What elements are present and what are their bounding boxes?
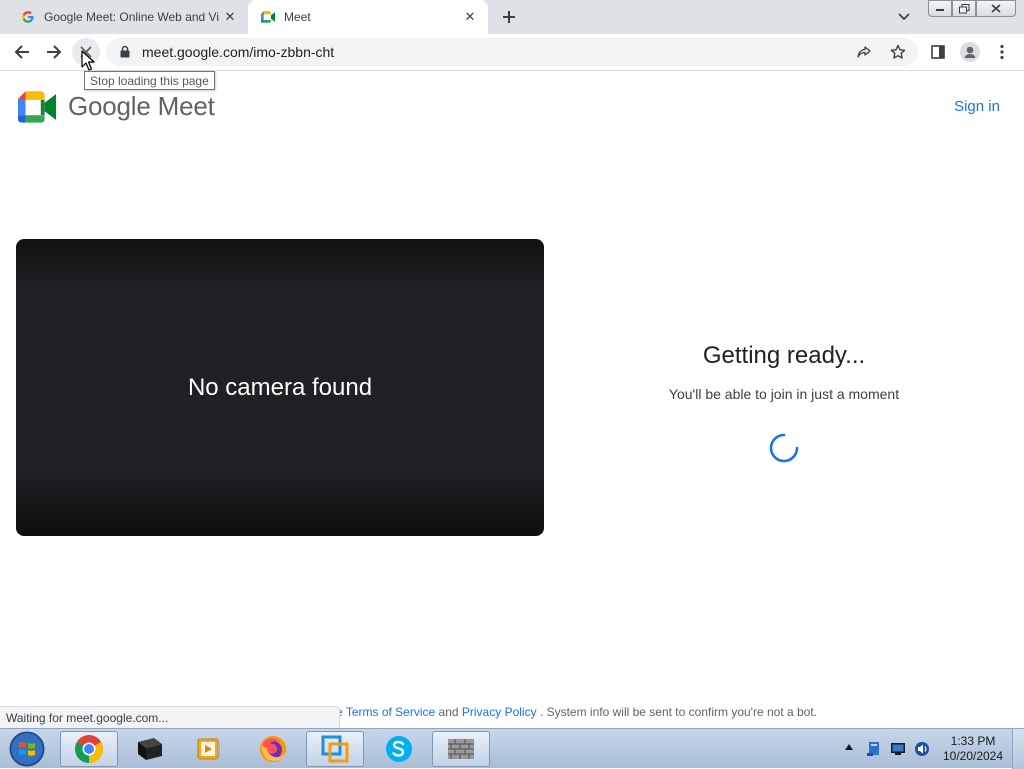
clock-time: 1:33 PM bbox=[950, 734, 996, 748]
terms-of-service-link[interactable]: Terms of Service bbox=[346, 705, 435, 719]
system-clock[interactable]: 1:33 PM 10/20/2024 bbox=[940, 734, 1006, 764]
brand-name[interactable]: Google Meet bbox=[68, 91, 215, 122]
footer-and: and bbox=[438, 705, 459, 719]
restore-icon bbox=[958, 3, 969, 13]
more-vert-icon bbox=[1000, 44, 1004, 60]
firewall-icon bbox=[448, 739, 474, 759]
url-text[interactable]: meet.google.com/imo-zbbn-cht bbox=[142, 44, 334, 60]
forward-button[interactable] bbox=[40, 38, 68, 66]
close-icon[interactable]: ✕ bbox=[460, 7, 480, 27]
share-icon bbox=[857, 46, 871, 58]
show-hidden-icons-icon[interactable] bbox=[845, 744, 853, 750]
tab-title: Google Meet: Online Web and Vi bbox=[44, 10, 219, 24]
chrome-icon bbox=[75, 735, 103, 763]
tab-search-button[interactable] bbox=[893, 7, 915, 27]
chevron-down-icon bbox=[898, 13, 910, 21]
arrow-left-icon bbox=[14, 45, 29, 59]
terminal-icon bbox=[138, 738, 162, 760]
google-meet-logo-icon[interactable] bbox=[18, 91, 56, 128]
browser-menu-button[interactable] bbox=[988, 38, 1016, 66]
tab-meet[interactable]: Meet ✕ bbox=[248, 0, 488, 34]
mouse-cursor-icon bbox=[81, 50, 95, 76]
avatar-icon bbox=[960, 42, 980, 62]
google-g-icon bbox=[20, 9, 36, 25]
taskbar-firefox[interactable] bbox=[244, 731, 302, 767]
windows-taskbar: 1:33 PM 10/20/2024 bbox=[0, 728, 1024, 769]
address-bar[interactable]: meet.google.com/imo-zbbn-cht bbox=[106, 38, 918, 66]
bookmark-button[interactable] bbox=[884, 38, 912, 66]
new-tab-button[interactable] bbox=[497, 5, 521, 29]
minimize-button[interactable] bbox=[928, 0, 952, 17]
window-close-button[interactable] bbox=[976, 0, 1016, 17]
footer-legal-text: e Terms of Service and Privacy Policy . … bbox=[336, 705, 817, 719]
taskbar-media-player[interactable] bbox=[180, 731, 238, 767]
windows-start-icon bbox=[9, 731, 45, 767]
tab-title: Meet bbox=[284, 10, 311, 24]
restore-button[interactable] bbox=[952, 0, 976, 17]
clock-date: 10/20/2024 bbox=[942, 749, 1004, 763]
video-preview: No camera found bbox=[16, 239, 544, 536]
star-icon bbox=[890, 44, 906, 59]
browser-toolbar: meet.google.com/imo-zbbn-cht bbox=[0, 34, 1024, 71]
side-panel-icon bbox=[931, 45, 945, 59]
tab-strip: Google Meet: Online Web and Vi ✕ Meet ✕ bbox=[0, 0, 1024, 34]
taskbar-vmware[interactable] bbox=[306, 731, 364, 767]
side-panel-button[interactable] bbox=[924, 38, 952, 66]
network-share-icon[interactable] bbox=[866, 741, 882, 757]
privacy-policy-link[interactable]: Privacy Policy bbox=[462, 705, 537, 719]
meet-icon bbox=[260, 9, 276, 25]
media-player-icon bbox=[197, 738, 220, 760]
tooltip: Stop loading this page bbox=[84, 71, 215, 90]
profile-button[interactable] bbox=[956, 38, 984, 66]
taskbar-skype[interactable] bbox=[370, 731, 428, 767]
show-desktop-button[interactable] bbox=[1012, 729, 1024, 769]
getting-ready-subtitle: You'll be able to join in just a moment bbox=[668, 386, 900, 402]
minimize-icon bbox=[936, 8, 944, 11]
arrow-right-icon bbox=[47, 45, 62, 59]
loading-spinner-icon bbox=[768, 432, 800, 469]
back-button[interactable] bbox=[8, 38, 36, 66]
volume-icon[interactable] bbox=[914, 741, 930, 757]
start-button[interactable] bbox=[4, 730, 50, 768]
plus-icon bbox=[503, 11, 515, 23]
close-icon[interactable]: ✕ bbox=[220, 7, 240, 27]
share-button[interactable] bbox=[850, 38, 878, 66]
taskbar-firewall[interactable] bbox=[432, 731, 490, 767]
footer-suffix: . System info will be sent to confirm yo… bbox=[539, 705, 818, 719]
firefox-icon bbox=[260, 736, 286, 762]
lock-icon[interactable] bbox=[120, 45, 130, 58]
taskbar-terminal[interactable] bbox=[120, 731, 178, 767]
skype-icon bbox=[386, 736, 412, 762]
taskbar-chrome[interactable] bbox=[60, 731, 118, 767]
getting-ready-title: Getting ready... bbox=[702, 342, 866, 369]
no-camera-message: No camera found bbox=[187, 373, 373, 401]
network-icon[interactable] bbox=[890, 741, 906, 757]
vmware-icon bbox=[321, 735, 349, 763]
sign-in-button[interactable]: Sign in bbox=[945, 94, 1009, 118]
browser-status-bubble: Waiting for meet.google.com... bbox=[0, 706, 340, 728]
tab-google-meet-home[interactable]: Google Meet: Online Web and Vi ✕ bbox=[8, 0, 248, 34]
close-icon bbox=[991, 4, 1001, 13]
